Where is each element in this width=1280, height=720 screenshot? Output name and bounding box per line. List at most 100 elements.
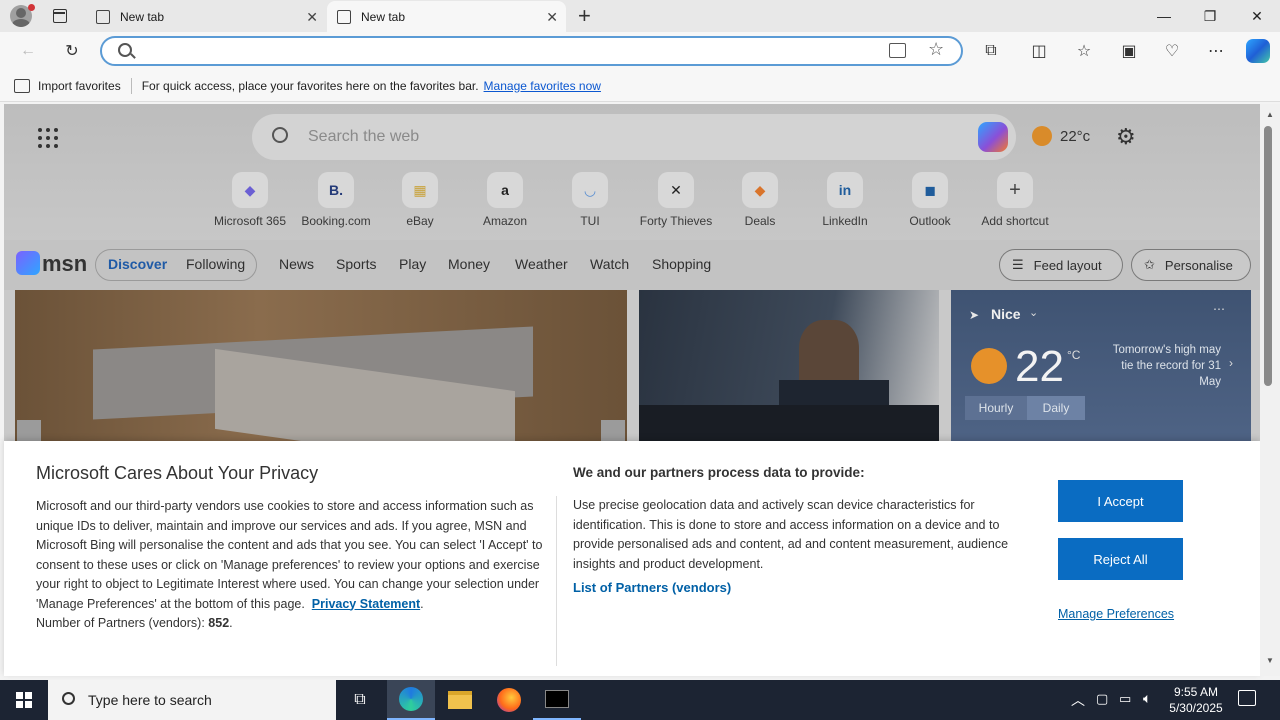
privacy-statement-link[interactable]: Privacy Statement <box>312 597 420 611</box>
task-view-icon[interactable]: ⧉ <box>336 680 384 720</box>
more-menu-icon[interactable]: ⋯ <box>1205 40 1227 62</box>
immersive-reader-icon[interactable] <box>889 43 906 58</box>
restore-button[interactable]: ❐ <box>1187 0 1233 32</box>
scroll-up-arrow[interactable]: ▲ <box>1266 110 1274 119</box>
tab-actions-icon[interactable] <box>53 9 67 23</box>
weather-location[interactable]: Nice <box>991 306 1021 322</box>
personalise-button[interactable]: ✩ Personalise <box>1131 249 1251 281</box>
web-search-box[interactable]: Search the web <box>252 114 1016 160</box>
favorites-icon[interactable]: ☆ <box>1073 40 1095 62</box>
scroll-down-arrow[interactable]: ▼ <box>1266 656 1274 665</box>
tab-1[interactable]: New tab ✕ <box>86 1 326 32</box>
search-input[interactable]: Search the web <box>308 128 419 146</box>
copilot-search-icon[interactable] <box>978 122 1008 152</box>
edge-taskbar-icon[interactable] <box>387 680 435 720</box>
import-favorites-button[interactable]: Import favorites <box>38 79 121 93</box>
privacy-body: Microsoft and our third-party vendors us… <box>36 499 543 630</box>
nav-weather[interactable]: Weather <box>515 256 568 272</box>
scroll-thumb[interactable] <box>1264 126 1272 386</box>
news-story-card[interactable] <box>639 290 939 450</box>
shortcut-tile[interactable]: ✕ Forty Thieves <box>633 172 719 228</box>
start-button[interactable] <box>0 680 48 720</box>
shortcut-icon: ▦ <box>402 172 438 208</box>
close-window-button[interactable]: ✕ <box>1234 0 1280 32</box>
header-temperature[interactable]: 22°c <box>1060 128 1090 145</box>
taskbar-search[interactable]: Type here to search <box>48 680 336 720</box>
terminal-icon[interactable] <box>533 680 581 720</box>
shortcut-tile[interactable]: + Add shortcut <box>972 172 1058 228</box>
search-icon <box>272 127 288 143</box>
nav-play[interactable]: Play <box>399 256 426 272</box>
reject-all-button[interactable]: Reject All <box>1058 538 1183 580</box>
extensions-icon[interactable]: ⧉ <box>980 40 1002 62</box>
shortcut-label: Forty Thieves <box>639 214 713 228</box>
apps-launcher-icon[interactable] <box>38 128 58 148</box>
clock-date[interactable]: 5/30/2025 <box>1166 701 1226 715</box>
list-of-partners-link[interactable]: List of Partners (vendors) <box>573 580 731 595</box>
volume-icon[interactable]: 🔈︎ <box>1143 690 1151 707</box>
shortcut-tile[interactable]: ◆ Microsoft 365 <box>207 172 293 228</box>
notifications-icon[interactable] <box>1238 690 1256 706</box>
nav-news[interactable]: News <box>279 256 314 272</box>
new-tab-button[interactable]: + <box>578 3 591 29</box>
back-icon[interactable]: ← <box>17 40 39 62</box>
chevron-down-icon[interactable]: ⌄ <box>1029 306 1038 319</box>
page-scrollbar[interactable]: ▲ ▼ <box>1260 104 1280 676</box>
copilot-icon[interactable] <box>1246 39 1270 63</box>
shortcut-tile[interactable]: a Amazon <box>462 172 548 228</box>
windows-logo-icon <box>16 692 32 708</box>
weather-headline[interactable]: Tomorrow's high may tie the record for 3… <box>1101 342 1221 390</box>
shortcut-icon: in <box>827 172 863 208</box>
weather-sun-icon[interactable] <box>1032 126 1052 146</box>
manage-favorites-link[interactable]: Manage favorites now <box>484 79 601 93</box>
tray-device-icon[interactable]: ▢ <box>1096 691 1108 707</box>
collections-icon[interactable]: ▣ <box>1118 40 1140 62</box>
nav-discover[interactable]: Discover <box>108 256 167 272</box>
file-explorer-icon[interactable] <box>436 680 484 720</box>
nav-following[interactable]: Following <box>186 256 245 272</box>
shortcut-tile[interactable]: ◼ Outlook <box>887 172 973 228</box>
browser-essentials-icon[interactable]: ♡ <box>1161 40 1183 62</box>
shortcut-tile[interactable]: ▦ eBay <box>377 172 463 228</box>
firefox-icon[interactable] <box>485 680 533 720</box>
feed-layout-button[interactable]: ☰ Feed layout <box>999 249 1123 281</box>
taskbar-search-input[interactable]: Type here to search <box>88 692 212 708</box>
minimize-button[interactable]: — <box>1141 0 1187 32</box>
tray-chevron-icon[interactable]: ︿ <box>1071 690 1085 710</box>
weather-card[interactable]: ➤ Nice ⌄ ⋯ 22 °C Tomorrow's high may tie… <box>951 290 1251 450</box>
split-screen-icon[interactable]: ◫ <box>1028 40 1050 62</box>
shortcut-label: eBay <box>406 214 434 228</box>
weather-temperature: 22 <box>1015 342 1064 391</box>
close-tab-icon[interactable]: ✕ <box>546 9 558 26</box>
personalise-label: Personalise <box>1164 257 1233 273</box>
chevron-right-icon[interactable]: › <box>1229 356 1233 370</box>
accept-button[interactable]: I Accept <box>1058 480 1183 522</box>
settings-gear-icon[interactable]: ⚙ <box>1116 124 1136 150</box>
clock-time[interactable]: 9:55 AM <box>1172 685 1220 699</box>
close-tab-icon[interactable]: ✕ <box>306 9 318 26</box>
more-options-icon[interactable]: ⋯ <box>1213 302 1225 316</box>
nav-shopping[interactable]: Shopping <box>652 256 711 272</box>
shortcut-tile[interactable]: in LinkedIn <box>802 172 888 228</box>
nav-money[interactable]: Money <box>448 256 490 272</box>
msn-brand[interactable]: msn <box>42 251 87 277</box>
shortcut-tile[interactable]: ◆ Deals <box>717 172 803 228</box>
manage-preferences-link[interactable]: Manage Preferences <box>1058 607 1174 621</box>
msn-logo-icon[interactable] <box>16 251 40 275</box>
favorite-star-icon[interactable]: ☆ <box>928 39 944 60</box>
network-icon[interactable]: ▭ <box>1119 691 1131 707</box>
shortcut-tile[interactable]: ◡ TUI <box>547 172 633 228</box>
shortcut-tile[interactable]: B. Booking.com <box>293 172 379 228</box>
weather-tab-daily[interactable]: Daily <box>1027 396 1085 420</box>
tab-2-active[interactable]: New tab ✕ <box>327 1 566 32</box>
newtab-page-icon <box>96 9 110 24</box>
import-favorites-icon[interactable] <box>14 78 30 93</box>
weather-tab-hourly[interactable]: Hourly <box>965 396 1027 420</box>
hero-story-card[interactable] <box>15 290 627 450</box>
nav-sports[interactable]: Sports <box>336 256 376 272</box>
nav-watch[interactable]: Watch <box>590 256 629 272</box>
refresh-icon[interactable]: ↻ <box>61 40 83 62</box>
firefox-logo-icon <box>497 688 521 712</box>
address-bar[interactable]: ☆ <box>100 36 963 66</box>
edge-logo-icon <box>399 687 423 711</box>
